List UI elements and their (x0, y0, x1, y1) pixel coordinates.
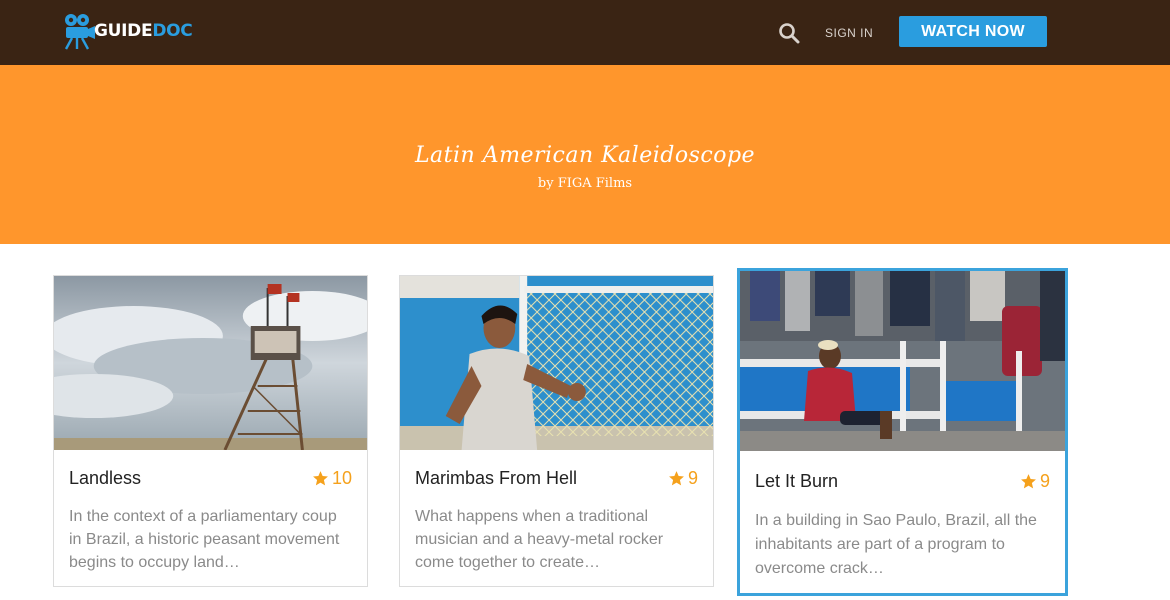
film-rating: 9 (668, 468, 698, 489)
star-icon (669, 471, 684, 486)
logo-guide-text: GUIDE (94, 21, 153, 41)
film-thumbnail (740, 271, 1065, 451)
film-description: In the context of a parliamentary coup i… (69, 508, 340, 571)
rating-value: 9 (687, 468, 698, 488)
rating-value: 10 (331, 468, 352, 488)
watch-now-button[interactable]: WATCH NOW (899, 16, 1047, 47)
logo-doc-text: DOC (152, 21, 193, 41)
film-rating: 10 (312, 468, 352, 489)
rating-value: 9 (1039, 471, 1050, 491)
logo-wordmark: GUIDEDOC (94, 21, 193, 41)
film-card-landless[interactable]: Landless 10 In the context of a parliame… (53, 275, 368, 587)
film-card-let-it-burn[interactable]: Let It Burn 9 In a building in Sao Paulo… (737, 268, 1068, 596)
sign-in-link[interactable]: SIGN IN (825, 26, 873, 40)
search-icon (779, 23, 800, 44)
star-icon (313, 471, 328, 486)
guidedoc-logo[interactable]: GUIDEDOC (62, 11, 193, 51)
film-title: Let It Burn (755, 471, 839, 491)
film-thumbnail (400, 276, 713, 450)
film-thumbnail (54, 276, 367, 450)
film-description: In a building in Sao Paulo, Brazil, all … (755, 512, 1037, 577)
star-icon (1021, 474, 1036, 489)
search-button[interactable] (778, 22, 800, 44)
film-description: What happens when a traditional musician… (415, 508, 664, 571)
film-camera-icon (64, 14, 95, 50)
collection-title: Latin American Kaleidoscope (414, 143, 756, 168)
collection-banner: Latin American Kaleidoscope by FIGA Film… (0, 65, 1170, 244)
film-rating: 9 (1020, 471, 1050, 492)
film-title: Landless (69, 468, 142, 488)
film-card-marimbas-from-hell[interactable]: Marimbas From Hell 9 What happens when a… (399, 275, 714, 587)
top-navigation-bar: GUIDEDOC SIGN IN WATCH NOW (0, 0, 1170, 65)
collection-subtitle: by FIGA Films (537, 176, 633, 191)
film-title: Marimbas From Hell (415, 468, 578, 488)
